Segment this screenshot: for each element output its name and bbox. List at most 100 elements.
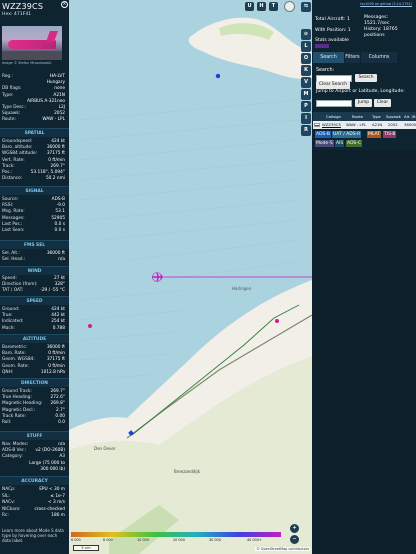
marker-north <box>215 73 221 79</box>
detail-label[interactable]: Distance: <box>2 176 22 182</box>
detail-value: 53.1 <box>55 209 65 215</box>
color-tick-40000: 40 000+ <box>247 538 262 542</box>
close-icon[interactable]: × <box>61 1 68 8</box>
col-callsign[interactable]: Callsign <box>326 112 341 121</box>
map-button-t[interactable]: T <box>269 2 278 11</box>
detail-value: Large (75 000 to <box>29 460 65 466</box>
detail-label[interactable]: DB flags: <box>2 86 21 92</box>
detail-label[interactable]: Mach: <box>2 326 15 332</box>
aircraft-list-sidebar: tar1090 on github (3.14.1751) Total Airc… <box>312 0 416 554</box>
detail-value: 37175 ft <box>46 151 65 157</box>
detail-label[interactable]: Track: <box>2 164 15 170</box>
tab-search[interactable]: Search <box>313 52 344 63</box>
detail-label[interactable]: Roll: <box>2 420 11 426</box>
map-attribution: © OpenStreetMap contributors <box>255 547 310 551</box>
detail-label[interactable]: Magnetic Heading: <box>2 401 42 407</box>
zoom-in-button[interactable]: + <box>290 524 299 533</box>
legend-tisb: TIS-B <box>383 131 397 138</box>
flag-icon <box>314 123 320 127</box>
detail-label[interactable]: Msg. Rate: <box>2 209 25 215</box>
jump-button[interactable]: Jump <box>355 99 372 107</box>
map-button-m[interactable]: M <box>301 89 311 100</box>
photo-credit[interactable]: Image © Stefan Mroszkowski <box>2 61 51 65</box>
detail-label[interactable]: Vert. Rate: <box>2 158 25 164</box>
detail-label[interactable]: Track Rate: <box>2 414 26 420</box>
map-button-o[interactable]: O <box>301 53 311 64</box>
hex-code: Hex: 471F41 <box>2 12 32 17</box>
row-callsign: WZZ39CS <box>322 122 341 127</box>
aircraft-table-header: Callsign Route Type Squawk Alt. (ft) <box>313 112 416 121</box>
map-button-v[interactable]: V <box>301 77 311 88</box>
details-header: WZZ39CS Hex: 471F41 <box>2 2 67 20</box>
layers-icon[interactable] <box>284 1 295 12</box>
search-button[interactable]: Search <box>355 74 377 82</box>
detail-label[interactable]: Indicated: <box>2 319 23 325</box>
detail-label[interactable]: Category: <box>2 454 23 460</box>
detail-label[interactable]: Type: <box>2 93 13 99</box>
detail-label[interactable]: Geom. Rate: <box>2 364 29 370</box>
detail-label[interactable]: Route: <box>2 117 16 123</box>
col-squawk[interactable]: Squawk <box>386 112 401 121</box>
detail-value: < 3 m/s <box>48 500 65 506</box>
detail-label[interactable]: NACp: <box>2 487 15 493</box>
zoom-out-button[interactable]: − <box>290 535 299 544</box>
map-button-h[interactable]: H <box>257 2 266 11</box>
aircraft-photo[interactable] <box>2 26 62 60</box>
collapse-sidebar-icon[interactable]: ⇆ <box>301 2 311 12</box>
detail-value: WAW - LPL <box>42 117 65 123</box>
jump-input[interactable] <box>316 100 352 107</box>
map-button-i[interactable]: I <box>301 113 311 124</box>
map-view[interactable]: Harlingen Breezanddijk Den Oever 6 000 8… <box>69 0 312 554</box>
detail-label[interactable]: Sel. Head.: <box>2 257 25 263</box>
table-row[interactable]: WZZ39CS WAW - LPL A21N 2052 36000 <box>313 121 416 129</box>
legend-modes: Mode-S <box>315 140 334 147</box>
col-altitude[interactable]: Alt. (ft) <box>404 112 416 121</box>
clear-search-button[interactable]: Clear Search <box>316 81 350 89</box>
place-label-breezanddijk: Breezanddijk <box>174 469 200 474</box>
detail-label[interactable]: NICbaro: <box>2 507 21 513</box>
map-button-u[interactable]: U <box>245 2 254 11</box>
detail-value: 254 kt <box>51 319 65 325</box>
detail-label[interactable]: Last Seen: <box>2 228 25 234</box>
color-tick-8000: 8 000 <box>103 538 113 542</box>
source-link[interactable]: tar1090 on github (3.14.1751) <box>360 2 412 6</box>
map-button-center[interactable]: ⊙ <box>301 29 311 40</box>
sidebar-empty-area <box>312 150 416 554</box>
stats-link[interactable]: Stats available <box>315 38 349 44</box>
map-button-p[interactable]: P <box>301 101 311 112</box>
detail-label[interactable]: Messages: <box>2 216 25 222</box>
detail-label[interactable]: WGS84 altitude: <box>2 151 37 157</box>
detail-row-accuracy: SIL: ≤ 1e-7 <box>2 494 65 500</box>
detail-value: Hungary <box>46 80 65 86</box>
map-button-k[interactable]: K <box>301 65 311 76</box>
detail-label[interactable]: Reg.: <box>2 74 13 80</box>
detail-label[interactable]: TAT / OAT: <box>2 288 23 294</box>
detail-row-stuff: Category: A3 <box>2 454 65 460</box>
map-button-l[interactable]: L <box>301 41 311 52</box>
map-button-r[interactable]: R <box>301 125 311 136</box>
detail-label[interactable]: QNH: <box>2 370 13 376</box>
clear-jump-button[interactable]: Clear <box>374 99 391 107</box>
tab-columns[interactable]: Columns <box>361 52 397 63</box>
detail-row-altitude: QNH: 1012.8 hPa <box>2 370 65 376</box>
detail-label[interactable]: Last Pos.: <box>2 222 22 228</box>
detail-label[interactable]: SIL: <box>2 494 10 500</box>
place-label-harlingen: Harlingen <box>232 286 252 291</box>
tab-filters[interactable]: Filters <box>345 52 360 63</box>
col-type[interactable]: Type <box>372 112 381 121</box>
detail-label[interactable]: NACv: <box>2 500 15 506</box>
detail-row-direction: Roll: 0.0 <box>2 420 65 426</box>
jump-label: Jump to Airport or Latitude, Longitude: <box>316 89 405 94</box>
detail-row-direction: Magnetic Heading: 269.8° <box>2 401 65 407</box>
detail-row-fms: Sel. Head.: n/a <box>2 257 65 263</box>
detail-label[interactable]: Rc: <box>2 513 9 519</box>
detail-row-wind: TAT / OAT: -29 / -55 °C <box>2 288 65 294</box>
detail-value: ≤ 1e-7 <box>50 493 65 499</box>
search-label: Search: <box>316 68 335 73</box>
detail-row-signal: Messages: 52905 <box>2 216 65 222</box>
detail-label[interactable]: Geom. WGS84: <box>2 357 35 363</box>
detail-label[interactable]: Magnetic Decl.: <box>2 408 35 414</box>
detail-row-accuracy: NACv: < 3 m/s <box>2 500 65 506</box>
section-fms: FMS SEL <box>0 240 69 249</box>
col-route[interactable]: Route <box>352 112 363 121</box>
